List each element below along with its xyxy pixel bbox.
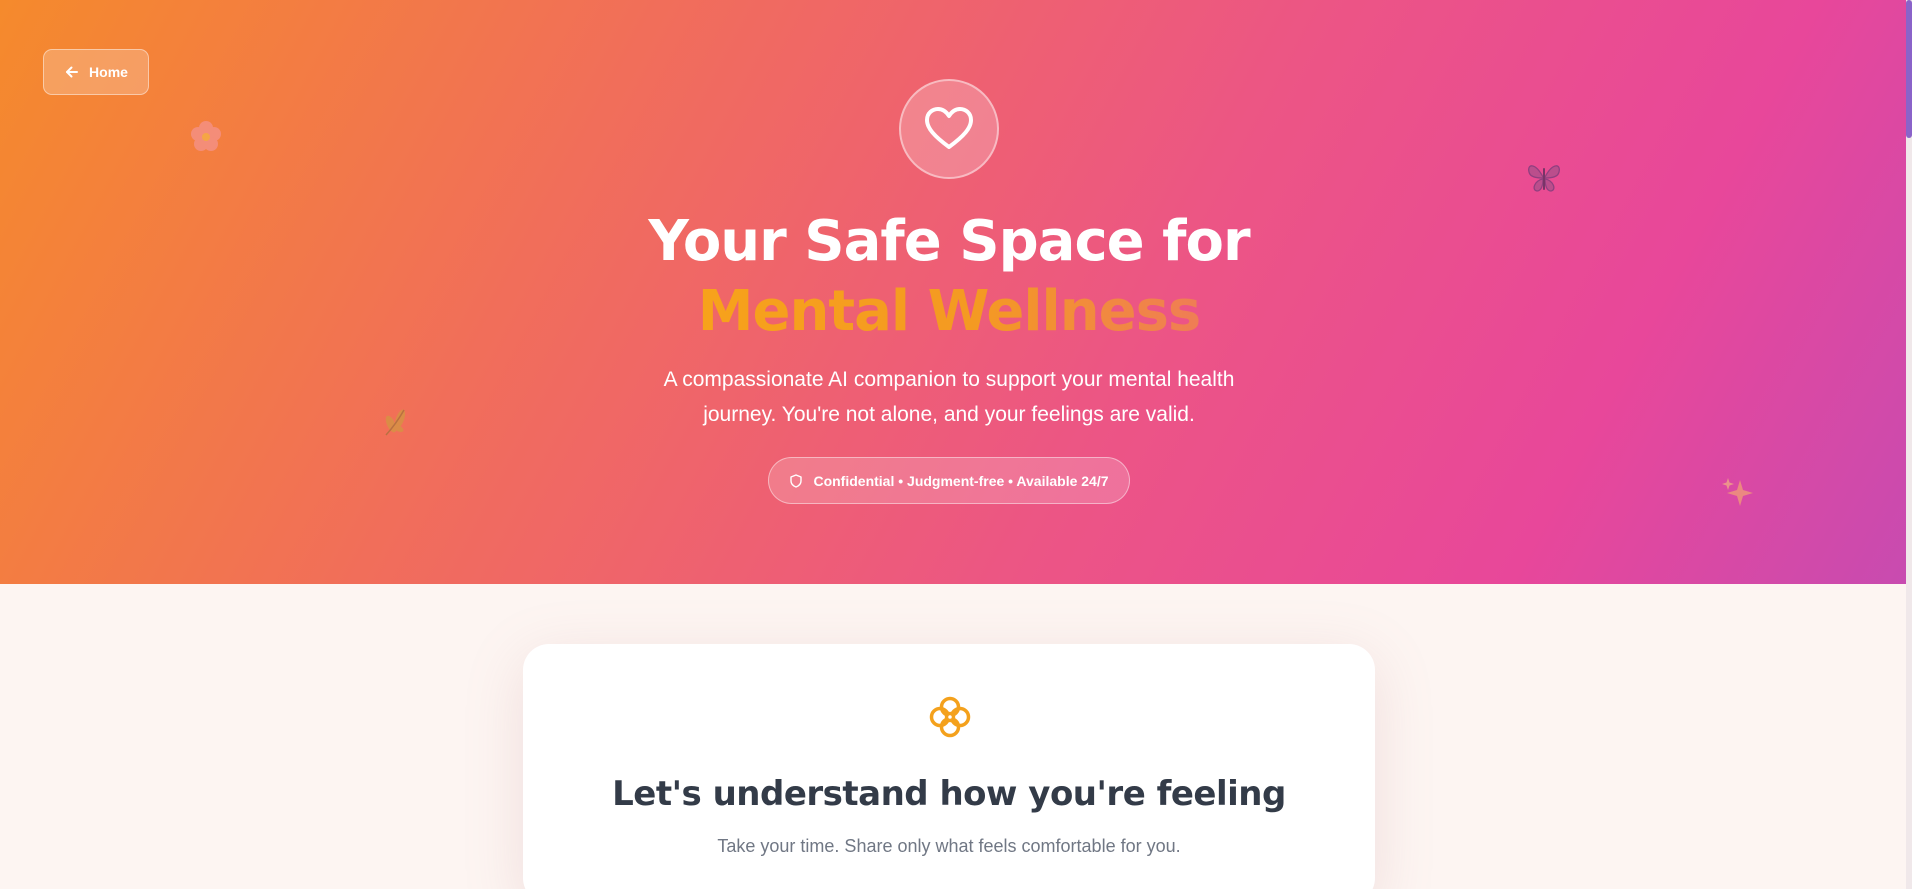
card-title: Let's understand how you're feeling — [612, 774, 1286, 814]
scrollbar-track[interactable] — [1906, 0, 1912, 889]
hero-title-line1: Your Safe Space for — [648, 209, 1250, 274]
confidential-badge: Confidential • Judgment-free • Available… — [768, 457, 1130, 504]
hero-title-accent: Mental Wellness — [698, 277, 1201, 347]
sparkle-icon — [1722, 478, 1753, 506]
leaf-icon — [385, 409, 406, 436]
feelings-card: Let's understand how you're feeling Take… — [523, 644, 1375, 889]
hero-section: Home Your Safe Space for Mental Wellness… — [0, 0, 1906, 584]
hero-title: Your Safe Space for Mental Wellness — [0, 207, 1898, 347]
flower-icon — [191, 121, 221, 151]
heart-badge — [899, 79, 999, 179]
heart-icon — [925, 107, 973, 149]
hero-subtitle: A compassionate AI companion to support … — [663, 368, 1235, 426]
confidential-badge-label: Confidential • Judgment-free • Available… — [813, 472, 1109, 489]
card-subtitle: Take your time. Share only what feels co… — [717, 836, 1181, 856]
shield-icon — [790, 473, 803, 488]
home-button-label: Home — [89, 64, 128, 80]
arrow-left-icon — [66, 66, 79, 78]
flower-clover-icon — [929, 696, 971, 738]
butterfly-icon — [1528, 165, 1560, 192]
scrollbar-thumb[interactable] — [1906, 0, 1912, 138]
home-button[interactable]: Home — [43, 49, 149, 95]
